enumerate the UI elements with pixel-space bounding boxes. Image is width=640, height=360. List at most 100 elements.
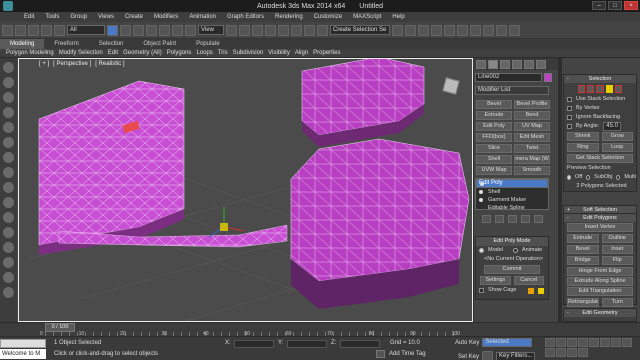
display-tab-icon[interactable] [524, 59, 534, 69]
mesh-right[interactable] [290, 138, 470, 282]
edit-geometry-title[interactable]: - Edit Geometry [564, 309, 636, 317]
close-icon[interactable]: × [624, 1, 638, 10]
zoom-extents-icon[interactable] [622, 338, 632, 347]
tool-box-icon[interactable] [3, 77, 14, 88]
app-logo-icon[interactable] [3, 1, 13, 11]
preview-off-radio[interactable] [567, 175, 571, 180]
menu-customize[interactable]: Customize [314, 14, 342, 20]
turn-button[interactable]: Turn [601, 298, 633, 307]
tool-torus-icon[interactable] [3, 122, 14, 133]
selection-region-icon[interactable] [133, 24, 144, 36]
modifier-button[interactable]: mera Map (W [514, 155, 550, 164]
by-angle-input[interactable]: 45.0 [603, 122, 621, 131]
ribbon-geometry-all[interactable]: Geometry (All) [123, 50, 162, 56]
align-icon[interactable] [405, 24, 416, 36]
curve-editor-icon[interactable] [444, 24, 455, 36]
menu-rendering[interactable]: Rendering [275, 14, 303, 20]
tool-camera-icon[interactable] [3, 287, 14, 298]
modifier-button[interactable]: Smooth [514, 166, 550, 175]
settings-button[interactable]: Settings [480, 276, 511, 285]
material-editor-icon[interactable] [470, 24, 481, 36]
ribbon-visibility[interactable]: Visibility [268, 50, 290, 56]
light-bulb-icon[interactable] [480, 182, 484, 186]
light-bulb-icon[interactable] [479, 190, 483, 194]
object-name-field[interactable]: Line002 [475, 73, 542, 82]
preview-subobj-radio[interactable] [586, 175, 591, 180]
animate-radio[interactable] [512, 248, 518, 253]
light-bulb-icon[interactable] [479, 198, 483, 202]
perspective-viewport[interactable]: [ + ] [ Perspective ] [ Realistic ] [18, 58, 473, 322]
render-setup-icon[interactable] [483, 24, 494, 36]
orbit-icon[interactable] [567, 348, 577, 357]
schematic-view-icon[interactable] [457, 24, 468, 36]
named-selection-dropdown[interactable]: Create Selection Se [330, 25, 390, 35]
ribbon-tris[interactable]: Tris [218, 50, 228, 56]
hinge-from-edge-button[interactable]: Hinge From Edge [567, 267, 633, 276]
ribbon-modify-selection[interactable]: Modify Selection [59, 50, 103, 56]
select-object-icon[interactable] [107, 24, 118, 36]
tool-plane-icon[interactable] [3, 152, 14, 163]
flip-button[interactable]: Flip [601, 256, 633, 265]
tool-light-icon[interactable] [3, 272, 14, 283]
tool-text-icon[interactable] [3, 227, 14, 238]
object-color-swatch[interactable] [544, 73, 552, 82]
percent-snap-icon[interactable] [291, 24, 302, 36]
by-angle-checkbox[interactable] [567, 124, 572, 129]
menu-animation[interactable]: Animation [189, 14, 216, 20]
configure-sets-icon[interactable] [534, 215, 543, 223]
key-filters-button[interactable]: Key Filters... [496, 352, 536, 360]
viewport-pov[interactable]: [ Perspective ] [53, 61, 91, 67]
modifier-list-dropdown[interactable]: Modifier List [475, 86, 549, 95]
ribbon-edit[interactable]: Edit [108, 50, 118, 56]
extrude-button[interactable]: Extrude [567, 234, 599, 243]
window-crossing-icon[interactable] [146, 24, 157, 36]
use-stack-checkbox[interactable] [567, 97, 572, 102]
pivot-center-icon[interactable] [226, 24, 237, 36]
tab-freeform[interactable]: Freeform [44, 41, 88, 47]
modifier-button[interactable]: Bevel [476, 100, 512, 109]
border-mode-icon[interactable] [596, 85, 604, 93]
field-of-view-icon[interactable] [545, 348, 555, 357]
menu-tools[interactable]: Tools [45, 14, 59, 20]
maxscript-mini-listener[interactable]: Welcome to M [0, 349, 46, 359]
move-icon[interactable] [159, 24, 170, 36]
cage-selected-color-swatch[interactable] [538, 287, 545, 294]
preview-multi-radio[interactable] [616, 175, 621, 180]
pin-stack-icon[interactable] [482, 215, 491, 223]
tool-cylinder-icon[interactable] [3, 92, 14, 103]
modifier-button[interactable]: Extrude [476, 111, 512, 120]
get-stack-selection-button[interactable]: Get Stack Selection [567, 154, 633, 163]
tab-modeling[interactable]: Modeling [0, 39, 45, 49]
hierarchy-tab-icon[interactable] [500, 59, 510, 69]
modifier-button[interactable]: FFD(box) [476, 133, 512, 142]
modifier-button[interactable]: Bend [514, 111, 550, 120]
menu-views[interactable]: Views [98, 14, 114, 20]
tool-tube-icon[interactable] [3, 182, 14, 193]
element-mode-icon[interactable] [614, 85, 623, 93]
ribbon-align[interactable]: Align [295, 50, 308, 56]
by-vertex-checkbox[interactable] [567, 106, 572, 111]
x-coordinate-field[interactable] [234, 340, 274, 348]
outline-button[interactable]: Outline [601, 234, 633, 243]
add-time-tag[interactable]: Add Time Tag [389, 351, 426, 357]
loop-button[interactable]: Loop [601, 143, 633, 152]
rollout-title[interactable]: Edit Poly Mode [476, 237, 548, 246]
ribbon-polygons[interactable]: Polygons [167, 50, 192, 56]
layer-manager-icon[interactable] [418, 24, 429, 36]
play-icon[interactable] [567, 338, 577, 347]
y-coordinate-field[interactable] [287, 340, 327, 348]
ribbon-polygon-modeling[interactable]: Polygon Modeling [6, 50, 54, 56]
shrink-button[interactable]: Shrink [567, 132, 599, 141]
maximize-viewport-icon[interactable] [578, 348, 588, 357]
select-by-name-icon[interactable] [120, 24, 131, 36]
retriangulate-button[interactable]: Retriangulate [567, 298, 599, 307]
zoom-icon[interactable] [600, 338, 610, 347]
show-end-result-icon[interactable] [495, 215, 504, 223]
zoom-all-icon[interactable] [611, 338, 621, 347]
viewport-shading[interactable]: [ Realistic ] [95, 61, 124, 67]
modifier-button[interactable]: Edit Mesh [514, 133, 550, 142]
rendered-frame-window-icon[interactable] [496, 24, 507, 36]
ring-button[interactable]: Ring [567, 143, 599, 152]
tool-cone-icon[interactable] [3, 107, 14, 118]
grow-button[interactable]: Grow [601, 132, 633, 141]
